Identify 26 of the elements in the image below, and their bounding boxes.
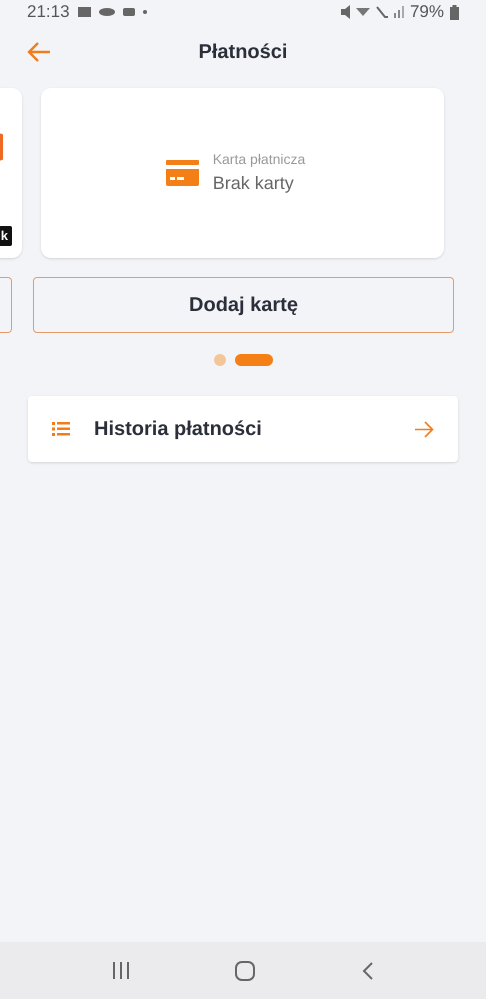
payment-history-item[interactable]: Historia płatności [28,396,458,462]
status-time: 21:13 [27,1,70,24]
dot-icon [142,10,147,14]
back-arrow-icon [27,42,51,62]
page-indicator[interactable] [234,354,272,366]
card[interactable]: k [0,88,22,258]
page-title: Płatności [198,40,288,65]
image-icon [78,7,91,17]
recent-apps-icon[interactable] [113,962,130,979]
menu-label: Historia płatności [94,417,263,442]
card-value: Brak karty [212,172,295,195]
card-label: Karta płatnicza [212,150,306,169]
home-icon[interactable] [235,960,256,980]
arrow-right-icon [415,420,434,438]
signal-icon [394,6,404,18]
battery-percent: 79% [410,1,444,24]
list-icon [52,422,70,436]
battery-icon [450,4,459,20]
back-icon[interactable] [362,962,373,980]
wifi-icon [356,8,370,16]
card-badge: k [0,226,12,246]
payment-card[interactable]: Karta płatnicza Brak karty [41,88,444,258]
credit-card-icon [166,160,199,186]
mute-icon [340,5,350,19]
add-card-button[interactable]: Dodaj kartę [33,277,454,333]
page-indicator[interactable] [214,354,226,366]
